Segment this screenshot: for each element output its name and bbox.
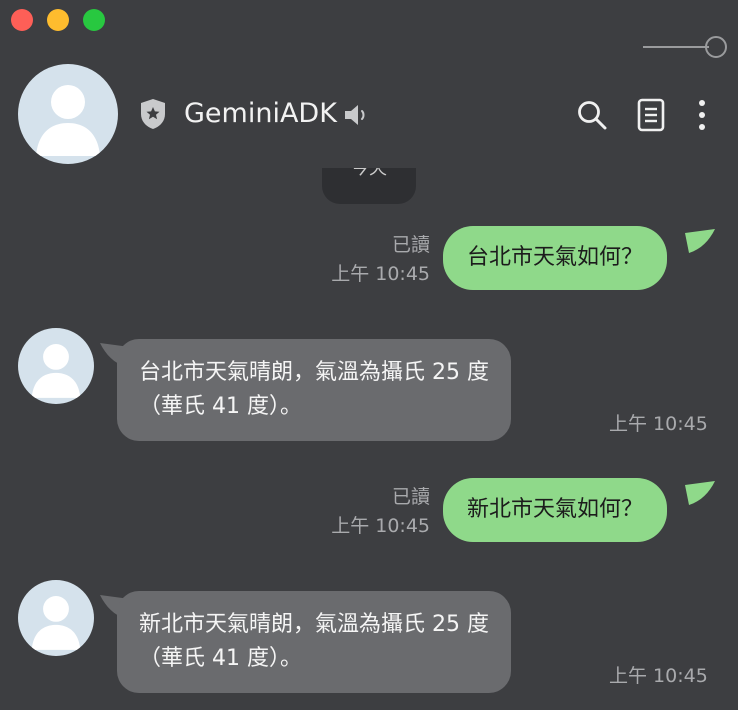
outgoing-message-bubble[interactable]: 台北市天氣如何？ (443, 226, 668, 290)
title-bar (0, 0, 738, 40)
message-text-line: 台北市天氣晴朗，氣溫為攝氏 25 度 (139, 360, 489, 385)
message-time: 上午 10:45 (331, 263, 430, 285)
minimize-window-button[interactable] (47, 9, 69, 31)
message-time: 上午 10:45 (609, 665, 708, 687)
message-text: 新北市天氣如何？ (467, 497, 644, 522)
incoming-message-bubble[interactable]: 台北市天氣晴朗，氣溫為攝氏 25 度 （華氏 41 度）。 (117, 339, 511, 441)
shield-star-icon (139, 97, 167, 131)
more-options-icon[interactable] (694, 98, 710, 132)
speaker-icon[interactable] (343, 103, 369, 127)
message-text-line: （華氏 41 度）。 (139, 646, 302, 671)
close-window-button[interactable] (11, 9, 33, 31)
outgoing-message-bubble[interactable]: 新北市天氣如何？ (443, 478, 668, 542)
chat-name[interactable]: GeminiADK (184, 96, 337, 132)
slider-track (643, 46, 709, 48)
read-receipt: 已讀 (391, 234, 430, 256)
chat-avatar[interactable] (18, 64, 118, 164)
message-text: 台北市天氣如何？ (467, 245, 644, 270)
search-icon[interactable] (576, 99, 608, 131)
message-text-line: （華氏 41 度）。 (139, 394, 302, 419)
zoom-window-button[interactable] (83, 9, 105, 31)
default-avatar-icon (31, 595, 81, 650)
incoming-message-bubble[interactable]: 新北市天氣晴朗，氣溫為攝氏 25 度 （華氏 41 度）。 (117, 591, 511, 693)
sender-avatar[interactable] (18, 580, 94, 656)
default-avatar-icon (31, 343, 81, 398)
message-time: 上午 10:45 (331, 515, 430, 537)
bubble-tail (685, 229, 715, 253)
panel-slider[interactable] (643, 36, 727, 58)
date-separator: 今天 (322, 168, 416, 204)
bubble-tail (685, 481, 715, 505)
date-separator-label: 今天 (351, 168, 387, 179)
slider-knob[interactable] (705, 36, 727, 58)
notes-icon[interactable] (637, 98, 665, 132)
message-text-line: 新北市天氣晴朗，氣溫為攝氏 25 度 (139, 612, 489, 637)
read-receipt: 已讀 (391, 486, 430, 508)
sender-avatar[interactable] (18, 328, 94, 404)
default-avatar-icon (36, 85, 100, 156)
message-time: 上午 10:45 (609, 413, 708, 435)
